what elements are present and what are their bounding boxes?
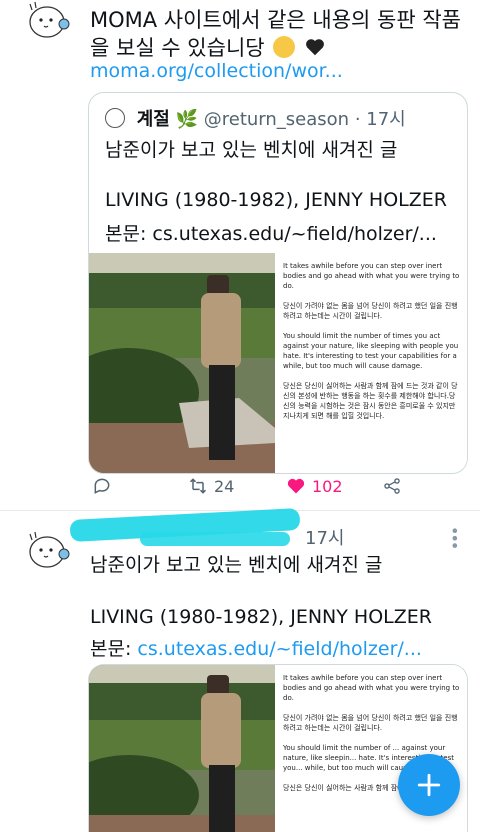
- reply-icon: [94, 478, 110, 494]
- quoted-link[interactable]: cs.utexas.edu/~field/holzer/...: [152, 223, 437, 245]
- quoted-tweet-header: 계절 🌿 @return_season · 17시: [105, 105, 406, 131]
- quoted-line-3: 본문: cs.utexas.edu/~field/holzer/...: [105, 223, 437, 245]
- reply-button[interactable]: [92, 476, 112, 496]
- black-heart-icon: [304, 36, 326, 58]
- retweet-count: 24: [214, 476, 235, 496]
- share-button[interactable]: [382, 476, 402, 496]
- tweet-actions: 24 102: [90, 476, 470, 500]
- redacted-handle: [140, 532, 290, 546]
- tweet-text: MOMA 사이트에서 같은 내용의 동판 작품을 보실 수 있습니당: [90, 8, 461, 60]
- share-icon: [384, 478, 400, 494]
- quoted-tweet-card[interactable]: 계절 🌿 @return_season · 17시 남준이가 보고 있는 벤치에…: [88, 92, 468, 474]
- more-options-icon[interactable]: •••: [445, 526, 464, 548]
- heart-icon: [287, 478, 305, 494]
- like-count: 102: [312, 476, 343, 496]
- tweet-line-3: 본문: cs.utexas.edu/~field/holzer/...: [90, 638, 422, 660]
- avatar[interactable]: [22, 528, 72, 572]
- quoted-line-1: 남준이가 보고 있는 벤치에 새겨진 글: [105, 139, 398, 161]
- compose-button[interactable]: [398, 754, 460, 816]
- quoted-avatar-icon: [105, 108, 125, 128]
- tweet-line-1: 남준이가 보고 있는 벤치에 새겨진 글: [90, 554, 383, 576]
- quoted-media[interactable]: It takes awhile before you can step over…: [89, 253, 467, 473]
- tweet-link[interactable]: moma.org/collection/wor...: [90, 60, 343, 82]
- tweet-link[interactable]: cs.utexas.edu/~field/holzer/...: [137, 638, 422, 660]
- quoted-author-handle: @return_season: [203, 109, 350, 130]
- tweet-line-2: LIVING (1980-1982), JENNY HOLZER: [90, 606, 432, 628]
- tweet-time: 17시: [305, 528, 345, 549]
- tweet-header: 17시 •••: [69, 507, 470, 549]
- retweet-button[interactable]: 24: [188, 476, 234, 496]
- like-button[interactable]: 102: [286, 476, 343, 496]
- retweet-icon: [189, 478, 207, 494]
- quoted-author-name: 계절: [136, 109, 170, 130]
- photo-person-bench[interactable]: [89, 253, 275, 473]
- quoted-text-image[interactable]: It takes awhile before you can step over…: [279, 253, 467, 473]
- quoted-time: · 17시: [354, 109, 406, 130]
- photo-person-bench[interactable]: [89, 665, 275, 832]
- plus-icon: [417, 773, 441, 797]
- quoted-line-2: LIVING (1980-1982), JENNY HOLZER: [105, 189, 447, 211]
- relieved-emoji-icon: [273, 36, 296, 58]
- avatar[interactable]: [22, 0, 72, 40]
- leaf-icon: 🌿: [175, 109, 199, 130]
